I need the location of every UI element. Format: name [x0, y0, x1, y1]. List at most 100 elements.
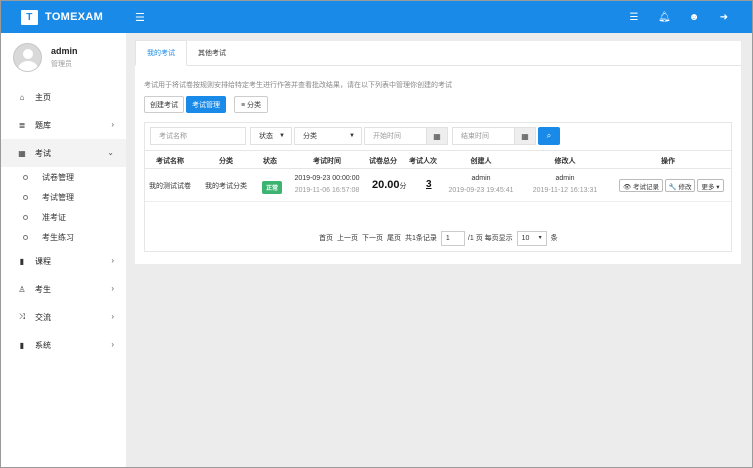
more-dropdown-button[interactable]: 更多 ▾ [697, 179, 724, 192]
brand-name: TOMEXAM [45, 11, 104, 23]
sidebar-item-label: 课程 [35, 256, 51, 266]
next-page-link[interactable]: 下一页 [362, 233, 383, 243]
creator-name: admin [471, 175, 491, 182]
top-bar: T TOMEXAM ☰ ☰ 🔔︎ ☻ ➜ [1, 1, 752, 33]
prev-page-link[interactable]: 上一页 [337, 233, 358, 243]
exam-record-button[interactable]: 👁 考试记录 [619, 179, 663, 192]
tab-my-exams[interactable]: 我的考试 [135, 40, 187, 66]
user-icon: ♙ [18, 284, 26, 294]
sidebar-subitem-exam-manage[interactable]: 考试管理 [1, 187, 126, 207]
user-panel: admin 管理员 [1, 33, 126, 81]
sidebar-item-examinee[interactable]: ♙ 考生 › [1, 275, 126, 303]
sidebar-subitem-label: 考生练习 [42, 232, 74, 242]
column-header: 修改人 [554, 158, 576, 165]
database-icon: ≣ [18, 120, 26, 130]
calendar-icon: ▦ [18, 148, 26, 158]
category-button[interactable]: ≡ 分类 [234, 96, 268, 113]
circle-icon [23, 234, 28, 240]
server-icon: ▮ [19, 340, 25, 350]
column-header: 考试时间 [313, 158, 341, 165]
sidebar-subitem-practice[interactable]: 考生练习 [1, 227, 126, 247]
app-window: T TOMEXAM ☰ ☰ 🔔︎ ☻ ➜ admin 管理员 ⌂ 主页 ≣ 题库… [0, 0, 753, 468]
sidebar-item-question-bank[interactable]: ≣ 题库 › [1, 111, 126, 139]
chevron-right-icon: › [111, 256, 114, 265]
chevron-right-icon: › [111, 120, 114, 129]
first-page-link[interactable]: 首页 [319, 233, 333, 243]
content-panel: 我的考试 其他考试 考试用于将试卷按规则安排给特定考生进行作答并查看批改结果，请… [135, 40, 741, 264]
end-time-input[interactable]: 结束时间 [452, 127, 515, 145]
user-circle-icon[interactable]: ☻ [688, 12, 700, 23]
edit-button[interactable]: 🔧 修改 [665, 179, 695, 192]
last-page-link[interactable]: 尾页 [387, 233, 401, 243]
column-header: 状态 [263, 158, 277, 165]
manage-exam-button[interactable]: 考试管理 [186, 96, 226, 113]
sidebar-item-course[interactable]: ▮ 课程 › [1, 247, 126, 275]
exam-category: 我的考试分类 [205, 183, 247, 190]
sidebar-item-label: 主页 [35, 92, 51, 102]
tab-other-exams[interactable]: 其他考试 [187, 40, 237, 65]
circle-icon [23, 214, 28, 220]
created-time: 2019-09-23 19:45:41 [448, 187, 514, 194]
sidebar-item-label: 系统 [35, 340, 51, 350]
caret-down-icon: ▼ [349, 133, 355, 139]
sidebar: admin 管理员 ⌂ 主页 ≣ 题库 › ▦ 考试 ⌄ 试卷管理 考试管理 准… [1, 33, 126, 467]
modifier-name: admin [555, 175, 575, 182]
column-header: 试卷总分 [369, 158, 397, 165]
total-score-value: 20.00 [372, 179, 400, 191]
category-select[interactable]: 分类 ▼ [294, 127, 362, 145]
exam-attempt-count[interactable]: 3 [426, 179, 432, 190]
page-number-input[interactable]: 1 [440, 230, 465, 246]
sidebar-item-label: 交流 [35, 312, 51, 322]
column-header: 考试人次 [409, 158, 437, 165]
avatar[interactable] [13, 42, 42, 72]
calendar-icon[interactable]: ▦ [514, 127, 536, 145]
sidebar-item-system[interactable]: ▮ 系统 › [1, 331, 126, 359]
sidebar-nav: ⌂ 主页 ≣ 题库 › ▦ 考试 ⌄ 试卷管理 考试管理 准考证 考生练习 ▮ … [1, 83, 126, 359]
brand-logo: T [21, 9, 38, 25]
exam-time-end: 2019-11-06 16:57:08 [294, 187, 360, 194]
status-select[interactable]: 状态 ▼ [250, 127, 292, 145]
page-description: 考试用于将试卷按规则安排给特定考生进行作答并查看批改结果，请在以下列表中管理你创… [144, 82, 452, 89]
sidebar-item-label: 考生 [35, 284, 51, 294]
create-exam-button[interactable]: 创建考试 [144, 96, 184, 113]
sidebar-item-label: 题库 [35, 120, 51, 130]
menu-icon[interactable]: ☰ [135, 1, 145, 33]
column-header: 分类 [219, 158, 233, 165]
status-badge: 正常 [262, 181, 283, 194]
sidebar-item-exam[interactable]: ▦ 考试 ⌄ [1, 139, 126, 167]
list-icon[interactable]: ☰ [628, 12, 640, 23]
circle-icon [23, 194, 28, 200]
column-header: 创建人 [470, 158, 492, 165]
exam-name[interactable]: 我的测试试卷 [145, 181, 195, 191]
exam-name-input[interactable]: 考试名称 [150, 127, 246, 145]
start-time-input[interactable]: 开始时间 [364, 127, 427, 145]
logout-icon[interactable]: ➜ [718, 12, 730, 23]
sidebar-item-exchange[interactable]: ⤨ 交流 › [1, 303, 126, 331]
caret-down-icon: ▼ [279, 133, 285, 139]
sidebar-subitem-label: 试卷管理 [42, 172, 74, 182]
sidebar-item-home[interactable]: ⌂ 主页 [1, 83, 126, 111]
column-header: 考试名称 [156, 158, 184, 165]
sidebar-subitem-paper[interactable]: 试卷管理 [1, 167, 126, 187]
modified-time: 2019-11-12 16:13:31 [532, 187, 598, 194]
per-page-unit: 条 [550, 235, 558, 242]
score-unit: 分 [399, 183, 407, 190]
category-select-value: 分类 [303, 133, 317, 140]
total-records: 共1条记录 [405, 235, 437, 242]
per-page-select[interactable]: 10 [516, 230, 547, 246]
book-icon: ▮ [19, 256, 25, 266]
brand[interactable]: T TOMEXAM [1, 1, 126, 33]
sidebar-subitem-admission[interactable]: 准考证 [1, 207, 126, 227]
calendar-icon[interactable]: ▦ [426, 127, 448, 145]
user-name: admin [51, 45, 78, 56]
search-button[interactable]: ⌕ [538, 127, 560, 145]
sidebar-subitem-label: 考试管理 [42, 192, 74, 202]
bell-icon[interactable]: 🔔︎ [658, 12, 671, 23]
pagination: 首页 上一页 下一页 尾页 共1条记录 1 /1 页 每页显示 10 条 [319, 230, 562, 246]
search-icon: ⌕ [546, 131, 552, 140]
shuffle-icon: ⤨ [18, 312, 26, 321]
tab-bar: 我的考试 其他考试 [135, 40, 741, 66]
chevron-right-icon: › [111, 340, 114, 349]
table-header: 考试名称 分类 状态 考试时间 试卷总分 考试人次 创建人 修改人 操作 [145, 150, 731, 169]
user-role: 管理员 [51, 60, 72, 68]
